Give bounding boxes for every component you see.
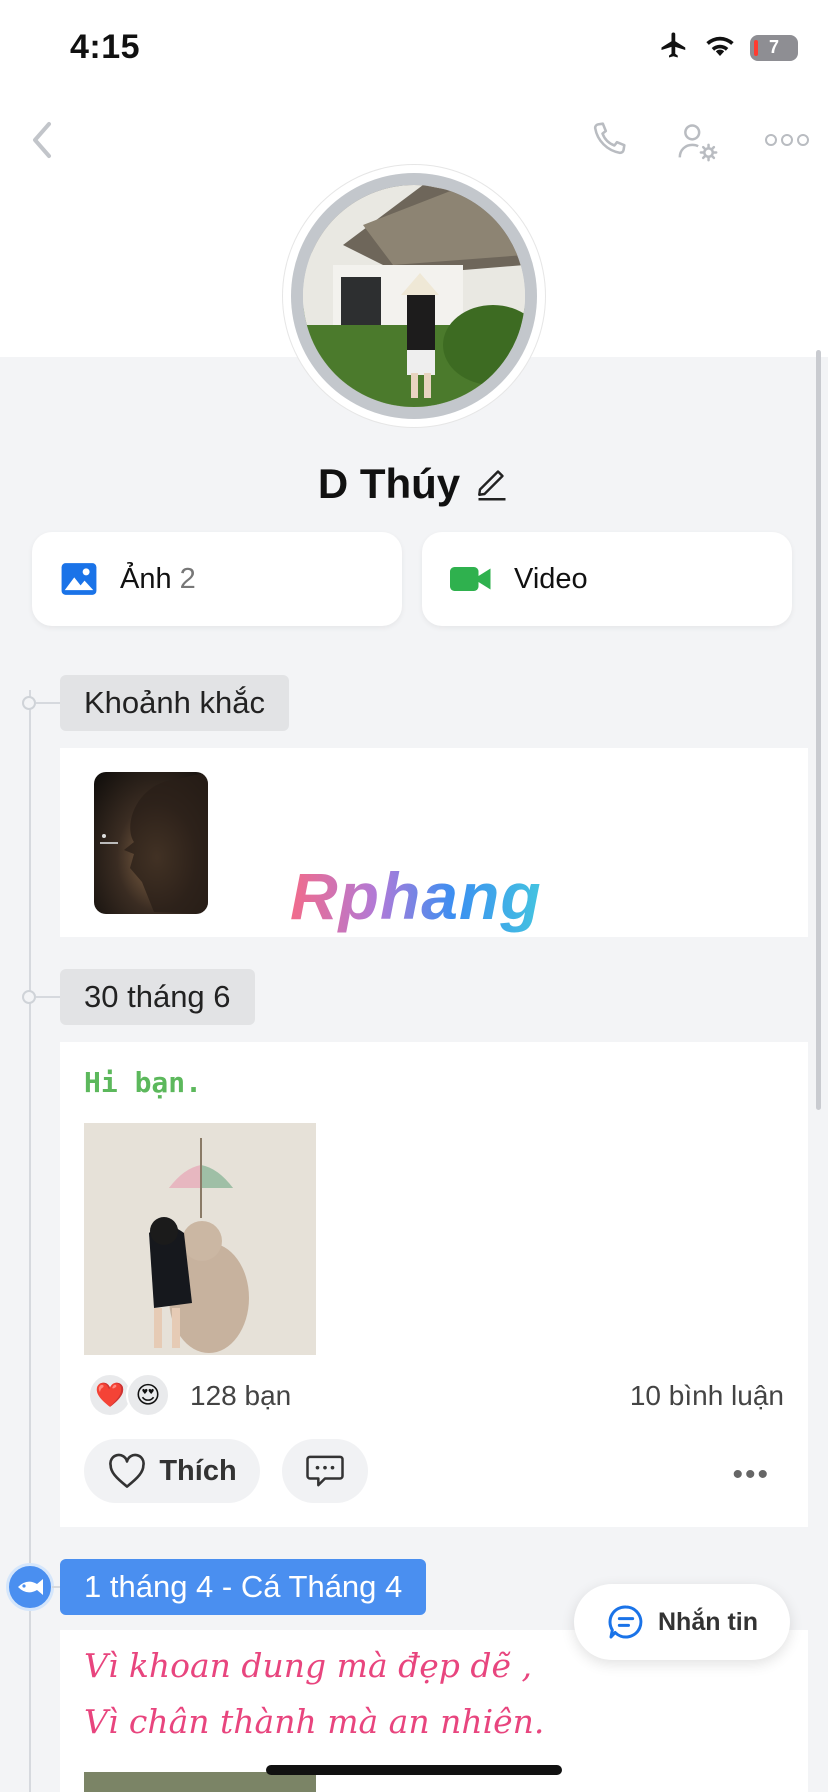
fish-event-icon: [6, 1563, 54, 1611]
avatar[interactable]: [283, 165, 545, 427]
videos-tab-label: Video: [514, 562, 588, 595]
comment-button[interactable]: [282, 1439, 368, 1503]
chat-bubble-icon: [606, 1602, 646, 1642]
timeline-dot: [22, 696, 36, 710]
more-options-icon[interactable]: [762, 116, 812, 164]
heart-eyes-reaction-icon: 😍: [126, 1373, 170, 1417]
user-settings-icon[interactable]: [674, 118, 722, 166]
send-message-button[interactable]: Nhắn tin: [574, 1584, 790, 1660]
wifi-icon: [704, 32, 736, 63]
watermark-logo: Rphang: [290, 859, 542, 933]
status-time: 4:15: [70, 28, 141, 66]
profile-name: D Thúy: [317, 460, 461, 507]
photos-tab-label: Ảnh: [120, 562, 172, 595]
phone-icon[interactable]: [584, 116, 632, 164]
moments-label: Khoảnh khắc: [60, 675, 289, 731]
post-text: Hi bạn.: [84, 1066, 203, 1099]
avatar-photo: [303, 185, 525, 407]
photos-tab[interactable]: Ảnh 2: [32, 532, 402, 626]
battery-icon: 7: [750, 34, 798, 61]
photos-count: 2: [179, 562, 196, 595]
edit-pencil-icon[interactable]: [474, 462, 510, 507]
timeline-connector: [36, 996, 60, 998]
timeline-line: [29, 690, 31, 1792]
moment-thumbnail[interactable]: [94, 772, 208, 914]
like-button[interactable]: Thích: [84, 1439, 260, 1503]
post-quote-line-1: Vì khoan dung mà đẹp dẽ ,: [84, 1646, 533, 1685]
post-photo[interactable]: [84, 1123, 316, 1355]
comment-bubble-icon: [305, 1452, 345, 1490]
event-date-label: 1 tháng 4 - Cá Tháng 4: [60, 1559, 427, 1615]
likes-count[interactable]: 128 bạn: [190, 1380, 291, 1412]
like-button-label: Thích: [159, 1454, 237, 1487]
status-icons: 7: [658, 30, 798, 65]
post-quote-line-2: Vì chân thành mà an nhiên.: [84, 1702, 545, 1741]
comments-count[interactable]: 10 bình luận: [630, 1380, 784, 1412]
timeline-connector: [52, 1586, 60, 1588]
photo-icon: [60, 560, 98, 598]
post-more-button[interactable]: •••: [732, 1458, 770, 1492]
heart-outline-icon: [107, 1453, 147, 1489]
airplane-icon: [658, 30, 690, 65]
back-icon[interactable]: [18, 116, 66, 164]
post-date-label: 30 tháng 6: [60, 969, 255, 1025]
video-camera-icon: [450, 562, 492, 596]
scrollbar[interactable]: [816, 350, 821, 1110]
videos-tab[interactable]: Video: [422, 532, 792, 626]
profile-name-row: D Thúy: [0, 460, 828, 508]
post-photo[interactable]: [84, 1772, 316, 1792]
home-indicator[interactable]: [266, 1765, 562, 1775]
reactions-summary[interactable]: ❤️ 😍: [88, 1373, 170, 1417]
timeline-dot: [22, 990, 36, 1004]
battery-level: 7: [768, 37, 779, 57]
timeline-connector: [36, 702, 60, 704]
send-message-label: Nhắn tin: [658, 1607, 758, 1636]
